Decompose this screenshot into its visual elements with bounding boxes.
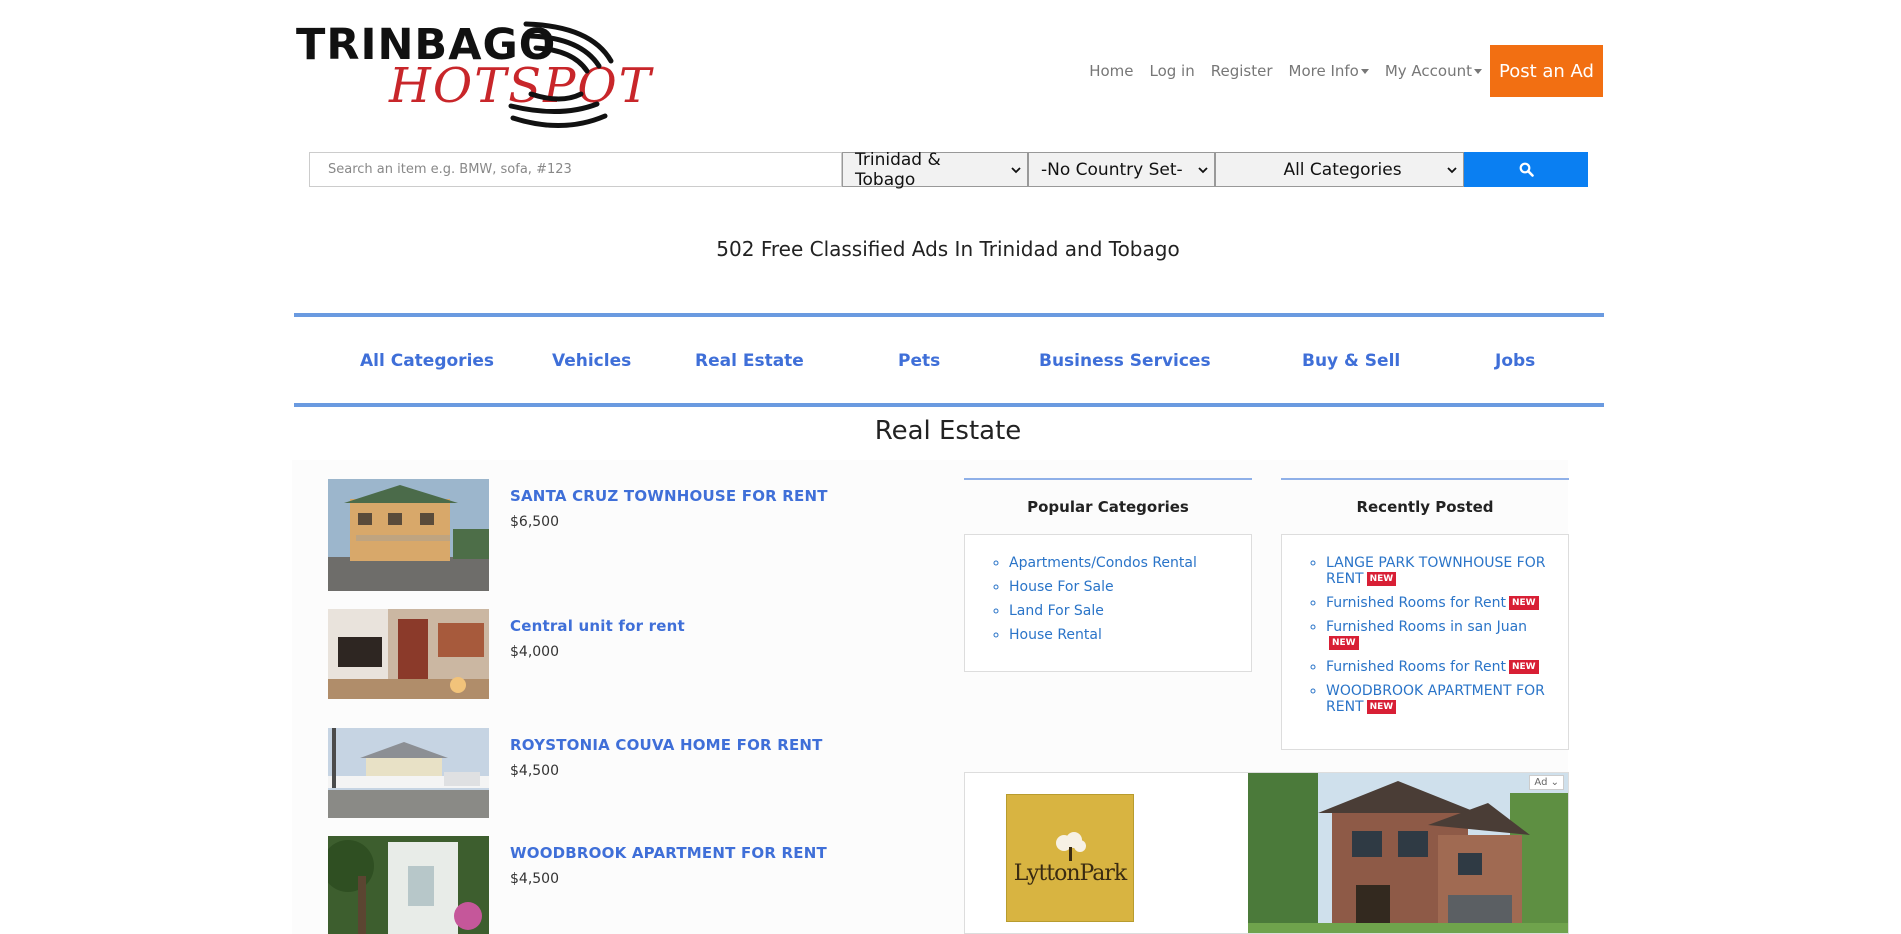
list-item[interactable]: Furnished Rooms for RentNEW [1326, 595, 1550, 611]
listing-price: $4,000 [510, 644, 559, 660]
list-item[interactable]: WOODBROOK APARTMENT FOR RENTNEW [1326, 683, 1550, 715]
popular-category-link[interactable]: House For Sale [1009, 579, 1114, 595]
nav-home[interactable]: Home [1089, 62, 1133, 80]
popular-categories-box: Apartments/Condos Rental House For Sale … [964, 534, 1252, 672]
new-badge: NEW [1366, 700, 1397, 714]
listing-title[interactable]: ROYSTONIA COUVA HOME FOR RENT [510, 736, 823, 754]
list-item[interactable]: Furnished Rooms in san JuanNEW [1326, 619, 1550, 651]
search-icon [1519, 162, 1534, 177]
ad-count-headline: 502 Free Classified Ads In Trinidad and … [716, 237, 1180, 261]
chevron-down-icon [1447, 163, 1457, 177]
recent-post-link[interactable]: Furnished Rooms in san Juan [1326, 619, 1527, 635]
country-select-value: Trinidad & Tobago [855, 149, 941, 190]
nav-more-info[interactable]: More Info [1289, 62, 1369, 80]
caret-down-icon [1474, 69, 1482, 74]
recent-post-link[interactable]: WOODBROOK APARTMENT FOR RENT [1326, 683, 1545, 715]
category-link-jobs[interactable]: Jobs [1495, 351, 1535, 371]
site-logo[interactable]: TRINBAGO HOTSPOT [296, 16, 651, 136]
chevron-down-icon [1198, 163, 1208, 177]
list-item[interactable]: Apartments/Condos Rental [1009, 555, 1241, 571]
category-nav: All Categories Vehicles Real Estate Pets… [294, 313, 1604, 407]
popular-category-link[interactable]: Land For Sale [1009, 603, 1104, 619]
caret-down-icon [1360, 69, 1369, 74]
category-link-business-services[interactable]: Business Services [1039, 351, 1211, 371]
list-item[interactable]: House Rental [1009, 627, 1241, 643]
category-link-pets[interactable]: Pets [898, 351, 940, 371]
listing-thumbnail[interactable] [328, 479, 489, 591]
nav-my-account[interactable]: My Account [1385, 62, 1482, 80]
listing-price: $4,500 [510, 871, 559, 887]
ad-choices-badge[interactable]: Ad ⌄ [1529, 775, 1564, 790]
advertisement[interactable]: LyttonPark Ad ⌄ [964, 772, 1569, 934]
list-item[interactable]: Furnished Rooms for RentNEW [1326, 659, 1550, 675]
new-badge: NEW [1329, 636, 1359, 650]
category-select-value: All Categories [1283, 159, 1402, 180]
list-item[interactable]: House For Sale [1009, 579, 1241, 595]
signal-waves-icon [508, 21, 614, 128]
listing-price: $4,500 [510, 763, 559, 779]
popular-category-link[interactable]: House Rental [1009, 627, 1102, 643]
list-item[interactable]: Land For Sale [1009, 603, 1241, 619]
recently-posted-box: LANGE PARK TOWNHOUSE FOR RENTNEW Furnish… [1281, 534, 1569, 750]
recent-post-link[interactable]: Furnished Rooms for Rent [1326, 659, 1506, 675]
listing-thumbnail[interactable] [328, 728, 489, 818]
listing-title[interactable]: Central unit for rent [510, 617, 685, 635]
list-item[interactable]: LANGE PARK TOWNHOUSE FOR RENTNEW [1326, 555, 1550, 587]
category-link-all[interactable]: All Categories [360, 351, 494, 371]
listing-title[interactable]: SANTA CRUZ TOWNHOUSE FOR RENT [510, 487, 828, 505]
category-link-real-estate[interactable]: Real Estate [695, 351, 804, 371]
recent-post-link[interactable]: LANGE PARK TOWNHOUSE FOR RENT [1326, 555, 1545, 587]
search-button[interactable] [1464, 152, 1588, 187]
ad-house-image[interactable] [1248, 773, 1569, 934]
popular-categories-title: Popular Categories [964, 478, 1252, 516]
new-badge: NEW [1366, 572, 1397, 586]
ad-brand-name: LyttonPark [1013, 860, 1128, 886]
recent-post-link[interactable]: Furnished Rooms for Rent [1326, 595, 1506, 611]
section-title: Real Estate [874, 416, 1022, 446]
category-link-buy-sell[interactable]: Buy & Sell [1302, 351, 1400, 371]
nav-my-account-label: My Account [1384, 62, 1472, 80]
nav-login[interactable]: Log in [1150, 62, 1195, 80]
recently-posted-title: Recently Posted [1281, 478, 1569, 516]
listing-thumbnail[interactable] [328, 609, 489, 699]
nav-register[interactable]: Register [1211, 62, 1273, 80]
listing-title[interactable]: WOODBROOK APARTMENT FOR RENT [510, 844, 827, 862]
category-select[interactable]: All Categories [1215, 152, 1464, 187]
search-bar: Trinidad & Tobago -No Country Set- All C… [309, 149, 1588, 190]
popular-category-link[interactable]: Apartments/Condos Rental [1009, 555, 1197, 571]
chevron-down-icon [1011, 163, 1021, 177]
country-select[interactable]: Trinidad & Tobago [842, 149, 1028, 190]
listing-thumbnail[interactable] [328, 836, 489, 934]
search-input[interactable] [309, 152, 842, 187]
ad-brand-logo[interactable]: LyttonPark [1006, 794, 1134, 922]
ad-badge-label: Ad [1534, 777, 1548, 788]
chevron-down-icon: ⌄ [1550, 777, 1559, 788]
nav-more-info-label: More Info [1288, 62, 1359, 80]
region-select-value: -No Country Set- [1041, 159, 1183, 180]
category-link-vehicles[interactable]: Vehicles [552, 351, 631, 371]
region-select[interactable]: -No Country Set- [1028, 152, 1215, 187]
top-nav: Home Log in Register More Info My Accoun… [1089, 45, 1603, 97]
post-ad-button[interactable]: Post an Ad [1490, 45, 1603, 97]
listing-price: $6,500 [510, 514, 559, 530]
new-badge: NEW [1508, 660, 1539, 674]
tree-icon [1056, 831, 1086, 861]
new-badge: NEW [1508, 596, 1539, 610]
